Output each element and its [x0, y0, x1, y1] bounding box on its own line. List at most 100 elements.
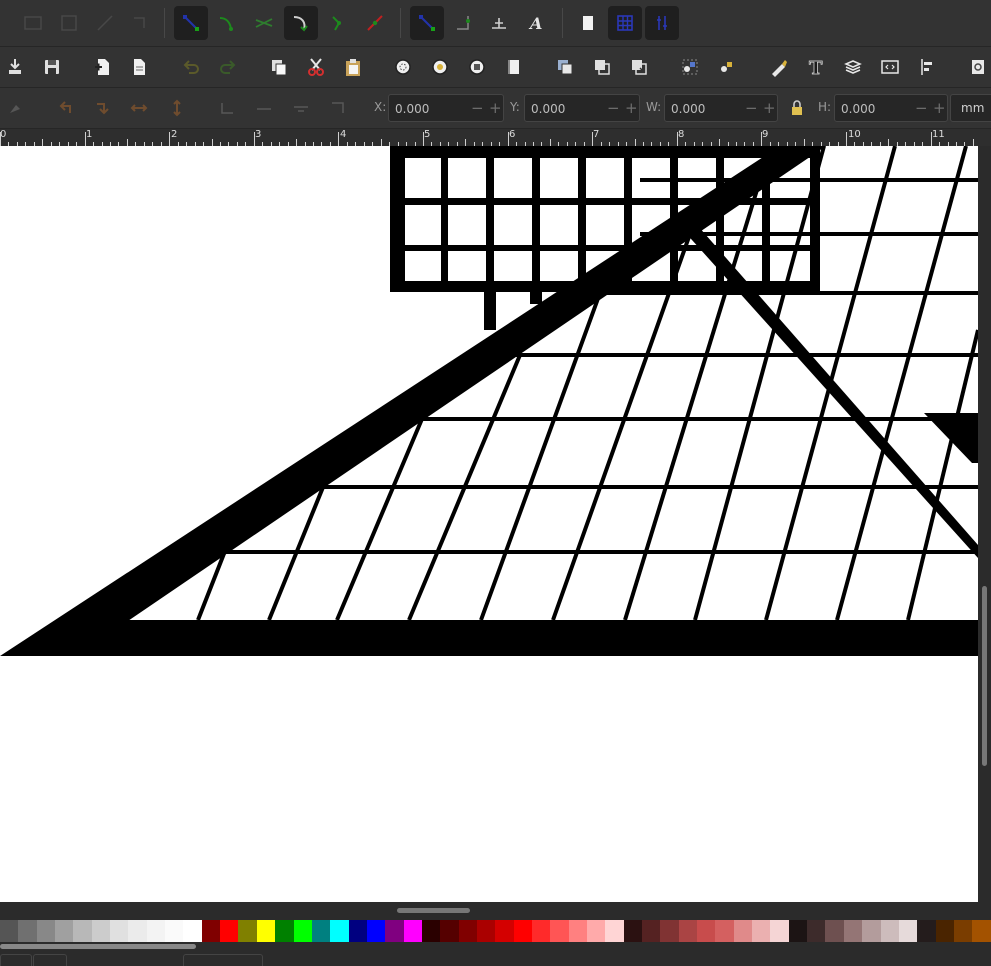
color-swatch[interactable] — [550, 920, 569, 942]
xml-editor-icon[interactable] — [873, 50, 907, 84]
snap-cusp-icon[interactable] — [322, 6, 356, 40]
color-swatch[interactable] — [0, 920, 19, 942]
snap-path-icon[interactable] — [284, 6, 318, 40]
color-swatch[interactable] — [495, 920, 514, 942]
color-swatch[interactable] — [201, 920, 221, 942]
color-swatch[interactable] — [183, 920, 202, 942]
color-swatch[interactable] — [862, 920, 881, 942]
color-swatch[interactable] — [330, 920, 349, 942]
group-icon[interactable] — [673, 50, 707, 84]
save-icon[interactable] — [35, 50, 69, 84]
copy-icon[interactable] — [262, 50, 296, 84]
preferences-icon[interactable] — [960, 50, 991, 84]
x-increment-button[interactable]: + — [489, 99, 502, 117]
color-swatch[interactable] — [953, 920, 973, 942]
color-swatch[interactable] — [311, 920, 331, 942]
snap-midpoint-icon[interactable] — [358, 6, 392, 40]
duplicate-icon[interactable] — [548, 50, 582, 84]
color-swatch[interactable] — [531, 920, 551, 942]
w-input[interactable] — [669, 99, 743, 119]
color-swatch[interactable] — [825, 920, 844, 942]
palette-scroll-thumb[interactable] — [0, 944, 196, 949]
color-swatch[interactable] — [256, 920, 276, 942]
redo-icon[interactable] — [211, 50, 245, 84]
unit-select[interactable]: mm — [950, 94, 991, 122]
drawing-canvas[interactable] — [0, 146, 978, 902]
paste-icon[interactable] — [336, 50, 370, 84]
x-input[interactable] — [393, 99, 467, 119]
horizontal-ruler[interactable]: 0 1 2 3 4 5 6 7 8 9 10 11 — [0, 129, 991, 146]
h-increment-button[interactable]: + — [933, 99, 946, 117]
ungroup-icon[interactable] — [710, 50, 744, 84]
snap-bbox-corner-icon[interactable] — [122, 6, 156, 40]
import-icon[interactable] — [0, 50, 32, 84]
color-swatch[interactable] — [458, 920, 477, 942]
unlink-clone-icon[interactable] — [622, 50, 656, 84]
lower-to-bottom-icon[interactable] — [321, 91, 355, 125]
new-document-icon[interactable] — [86, 50, 120, 84]
snap-rotation-center-icon[interactable] — [482, 6, 516, 40]
color-swatch[interactable] — [275, 920, 294, 942]
color-swatch[interactable] — [36, 920, 56, 942]
raise-to-top-icon[interactable] — [210, 91, 244, 125]
color-swatch[interactable] — [18, 920, 37, 942]
color-swatch[interactable] — [660, 920, 679, 942]
color-swatch[interactable] — [476, 920, 496, 942]
color-swatch[interactable] — [238, 920, 257, 942]
color-swatch[interactable] — [788, 920, 808, 942]
color-swatch[interactable] — [348, 920, 367, 942]
snap-nodes-icon[interactable] — [174, 6, 208, 40]
snap-guide-icon[interactable] — [645, 6, 679, 40]
horizontal-scrollbar[interactable] — [0, 902, 978, 920]
color-swatch[interactable] — [293, 920, 312, 942]
clone-icon[interactable] — [585, 50, 619, 84]
snap-center-icon[interactable] — [446, 6, 480, 40]
align-distribute-icon[interactable] — [910, 50, 944, 84]
zoom-drawing-icon[interactable] — [423, 50, 457, 84]
rotate-cw-icon[interactable] — [85, 91, 119, 125]
rotate-ccw-icon[interactable] — [48, 91, 82, 125]
color-swatch[interactable] — [715, 920, 734, 942]
layers-icon[interactable] — [836, 50, 870, 84]
snap-text-baseline-icon[interactable]: A — [520, 6, 554, 40]
color-swatch[interactable] — [843, 920, 863, 942]
drawing[interactable] — [0, 146, 978, 902]
lock-proportions-icon[interactable] — [780, 91, 814, 125]
layer-selector[interactable] — [183, 954, 263, 966]
snap-intersection-icon[interactable] — [247, 6, 281, 40]
snap-grid-icon[interactable] — [608, 6, 642, 40]
color-swatch[interactable] — [807, 920, 826, 942]
color-swatch[interactable] — [403, 920, 422, 942]
snap-disabled-icon[interactable] — [16, 6, 50, 40]
color-swatch[interactable] — [587, 920, 606, 942]
horizontal-scroll-thumb[interactable] — [397, 908, 470, 913]
base-beam[interactable] — [0, 620, 978, 656]
color-swatch[interactable] — [440, 920, 459, 942]
color-swatch[interactable] — [697, 920, 716, 942]
color-swatch[interactable] — [898, 920, 918, 942]
w-increment-button[interactable]: + — [763, 99, 776, 117]
color-swatch[interactable] — [752, 920, 771, 942]
text-font-icon[interactable]: T — [799, 50, 833, 84]
flip-vertical-icon[interactable] — [160, 91, 194, 125]
color-swatch[interactable] — [623, 920, 643, 942]
color-swatch[interactable] — [568, 920, 587, 942]
zoom-page-icon[interactable] — [460, 50, 494, 84]
h-decrement-button[interactable]: − — [915, 99, 928, 117]
lower-icon[interactable] — [284, 91, 318, 125]
flip-horizontal-icon[interactable] — [122, 91, 156, 125]
color-swatch[interactable] — [385, 920, 404, 942]
color-swatch[interactable] — [605, 920, 624, 942]
snap-page-icon[interactable] — [571, 6, 605, 40]
h-input[interactable] — [839, 99, 913, 119]
color-swatch[interactable] — [55, 920, 74, 942]
color-swatch[interactable] — [220, 920, 239, 942]
undo-icon[interactable] — [174, 50, 208, 84]
color-swatch[interactable] — [91, 920, 111, 942]
x-decrement-button[interactable]: − — [471, 99, 484, 117]
color-swatch[interactable] — [513, 920, 532, 942]
color-swatch[interactable] — [128, 920, 147, 942]
document-properties-icon[interactable] — [122, 50, 156, 84]
color-swatch[interactable] — [110, 920, 129, 942]
w-decrement-button[interactable]: − — [745, 99, 758, 117]
